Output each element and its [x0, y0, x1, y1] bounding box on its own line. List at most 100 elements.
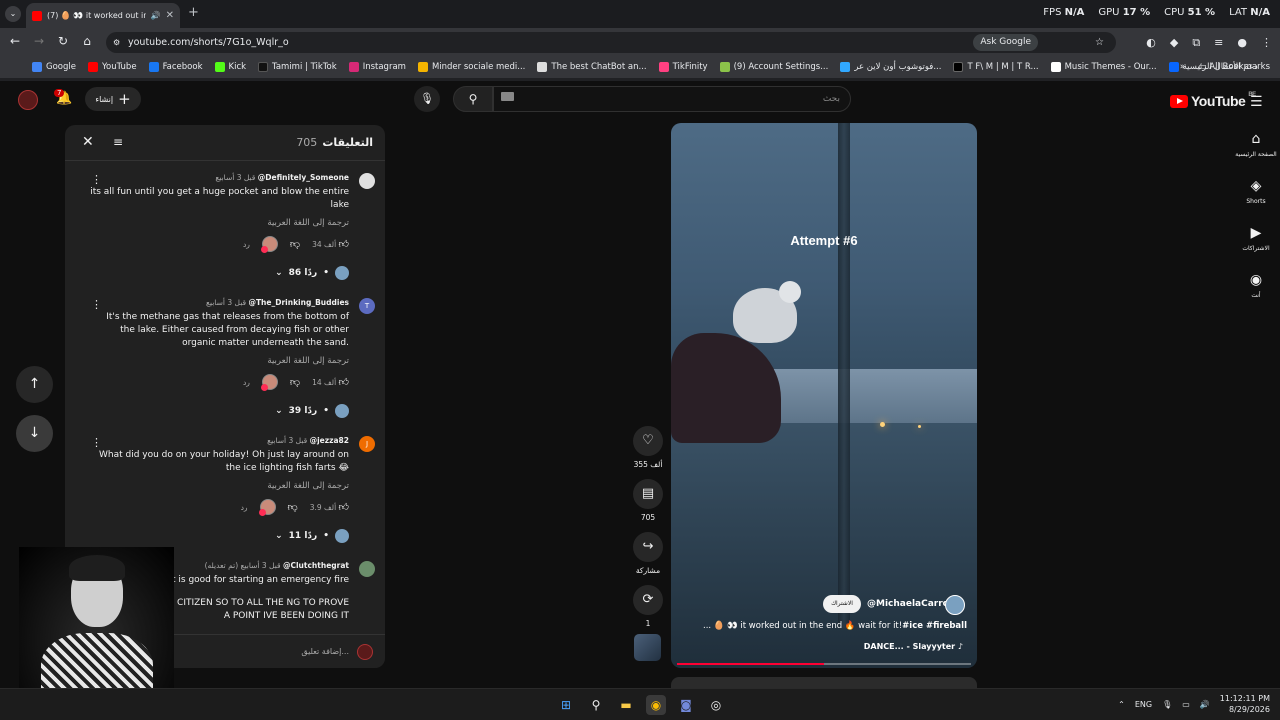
forward-icon[interactable]: → — [31, 34, 47, 48]
reply-button[interactable]: رد — [243, 378, 250, 387]
channel-avatar[interactable] — [945, 595, 965, 615]
dislike-icon[interactable]: 👎︎ — [288, 501, 298, 513]
puzzle-icon[interactable]: ⧉ — [1192, 36, 1200, 50]
nav-home[interactable]: ⌂ الصفحة الرئيسية — [1232, 131, 1280, 158]
next-short-button[interactable]: ↓ — [16, 415, 53, 452]
nav-shorts[interactable]: ◈ Shorts — [1232, 178, 1280, 205]
windows-start-icon[interactable]: ⊞ — [556, 695, 576, 715]
media-icon[interactable]: ≡ — [1214, 36, 1223, 50]
comment-author[interactable]: @The_Drinking_Buddies — [248, 298, 349, 307]
bookmark-minder[interactable]: Minder sociale medi... — [417, 62, 525, 72]
add-comment-input[interactable]: إضافة تعليق... — [301, 647, 349, 656]
bookmark-tikfinity[interactable]: TikFinity — [658, 62, 708, 72]
translate-link[interactable]: ترجمة إلى اللغة العربية — [89, 356, 349, 366]
replies-toggle[interactable]: ⌄ 86 ردًا • — [89, 266, 349, 280]
address-bar[interactable]: ⚙ youtube.com/shorts/7G1o_Wqlr_o Ask Goo… — [106, 32, 1116, 53]
reload-icon[interactable]: ↻ — [55, 34, 71, 48]
search-icon[interactable]: ⚲ — [586, 695, 606, 715]
nav-you[interactable]: ◉ أنت — [1232, 272, 1280, 299]
language-indicator[interactable]: ENG — [1135, 700, 1152, 709]
more-options-icon[interactable]: ⋮ — [91, 436, 102, 449]
menu-icon[interactable]: ⋮ — [1261, 36, 1272, 50]
previous-short-button[interactable]: ↑ — [16, 366, 53, 403]
browser-tab[interactable]: (7) 🥚 👀 it worked out in t 🔊 ✕ — [26, 3, 180, 28]
clock[interactable]: 11:12:11 PM 8/29/2026 — [1220, 693, 1270, 715]
shield-icon[interactable]: ◆ — [1170, 36, 1178, 50]
bookmark-kick[interactable]: Kick — [214, 62, 246, 72]
search-button[interactable]: ⚲ — [453, 86, 493, 112]
like-icon[interactable]: 👍︎ — [339, 502, 349, 513]
comment-author[interactable]: @jezza82 — [310, 436, 349, 445]
hamburger-menu-icon[interactable]: ☰ — [1250, 94, 1263, 110]
close-icon[interactable]: ✕ — [82, 134, 94, 150]
new-tab-button[interactable]: + — [188, 5, 199, 20]
translate-link[interactable]: ترجمة إلى اللغة العربية — [89, 481, 349, 491]
shorts-video-player[interactable]: Attempt #6 الاشتراك @MichaelaCarrot ... … — [671, 123, 977, 668]
voice-search-icon[interactable]: 🎙 — [414, 86, 440, 112]
share-button[interactable]: ↪ — [633, 532, 663, 562]
speaker-icon[interactable]: 🔊 — [151, 11, 161, 20]
comments-button[interactable]: ▤ — [633, 479, 663, 509]
tray-chevron-icon[interactable]: ⌃ — [1118, 700, 1125, 709]
nav-subscriptions[interactable]: ▶ الاشتراكات — [1232, 225, 1280, 252]
bookmark-music-themes[interactable]: Music Themes - Our... — [1050, 62, 1157, 72]
more-options-icon[interactable]: ⋮ — [91, 173, 102, 186]
home-icon[interactable]: ⌂ — [79, 34, 95, 48]
bookmark-tiktok[interactable]: Tamimi | TikTok — [258, 62, 337, 72]
discord-icon[interactable]: ◙ — [676, 695, 696, 715]
tab-search-button[interactable]: ⌄ — [5, 6, 21, 22]
bookmark-account-settings[interactable]: (9) Account Settings... — [719, 62, 828, 72]
video-progress-bar[interactable] — [677, 663, 971, 665]
next-short-preview[interactable] — [671, 677, 977, 688]
dislike-icon[interactable]: 👎︎ — [290, 238, 300, 250]
network-icon[interactable]: ▭ — [1182, 700, 1190, 709]
translate-link[interactable]: ترجمة إلى اللغة العربية — [89, 218, 349, 228]
search-input[interactable]: بحث — [493, 86, 851, 112]
reply-button[interactable]: رد — [241, 503, 248, 512]
bookmark-star-icon[interactable]: ☆ — [1095, 32, 1104, 53]
like-icon[interactable]: 👍︎ — [339, 239, 349, 250]
microphone-icon[interactable]: 🎙 — [1162, 700, 1172, 709]
bookmark-photoshop[interactable]: فوتوشوب أون لاين عر... — [840, 62, 941, 72]
bookmark-youtube[interactable]: YouTube — [87, 62, 137, 72]
comment-avatar[interactable]: T — [359, 298, 375, 314]
sound-thumbnail[interactable] — [634, 634, 661, 661]
comment-avatar[interactable] — [359, 561, 375, 577]
channel-name[interactable]: @MichaelaCarrot — [867, 599, 953, 609]
replies-toggle[interactable]: ⌄ 39 ردًا • — [89, 404, 349, 418]
replies-toggle[interactable]: ⌄ 11 ردًا • — [89, 529, 349, 543]
obs-icon[interactable]: ◎ — [706, 695, 726, 715]
dislike-icon[interactable]: 👎︎ — [290, 376, 300, 388]
close-tab-icon[interactable]: ✕ — [166, 10, 174, 21]
like-button[interactable]: ♡ — [633, 426, 663, 456]
more-options-icon[interactable]: ⋮ — [91, 298, 102, 311]
music-credit[interactable]: DANCE... - Slayyyter ♪ — [864, 642, 963, 651]
bookmark-google[interactable]: Google — [32, 62, 76, 72]
comment-author[interactable]: @Definitely_Someone — [258, 173, 349, 182]
remix-button[interactable]: ⟳ — [633, 585, 663, 615]
sort-icon[interactable]: ≡ — [113, 135, 123, 149]
account-avatar[interactable] — [18, 90, 38, 110]
bookmark-instagram[interactable]: Instagram — [348, 62, 406, 72]
youtube-logo[interactable]: YouTube BE — [1170, 92, 1256, 109]
chrome-icon[interactable]: ◉ — [646, 695, 666, 715]
bookmark-facebook[interactable]: Facebook — [148, 62, 203, 72]
site-info-icon[interactable]: ⚙ — [113, 32, 120, 53]
extension-icon[interactable]: ◐ — [1146, 36, 1156, 50]
comment-avatar[interactable] — [359, 173, 375, 189]
comment-avatar[interactable]: J — [359, 436, 375, 452]
like-icon[interactable]: 👍︎ — [339, 377, 349, 388]
caption-hashtags[interactable]: #ice #fireball — [902, 621, 967, 631]
file-explorer-icon[interactable]: ▬ — [616, 695, 636, 715]
keyboard-icon[interactable] — [501, 92, 514, 101]
profile-icon[interactable]: ● — [1237, 36, 1247, 50]
all-bookmarks[interactable]: » ▭ All Bookmarks — [1180, 62, 1270, 72]
bookmark-x[interactable]: T F\ M | M | T R... — [953, 62, 1039, 72]
reply-button[interactable]: رد — [243, 240, 250, 249]
subscribe-button[interactable]: الاشتراك — [823, 595, 861, 613]
ask-google-button[interactable]: Ask Google — [973, 34, 1038, 51]
volume-icon[interactable]: 🔊 — [1200, 700, 1210, 709]
create-button[interactable]: إنشاء + — [85, 87, 141, 111]
comment-author[interactable]: @Clutchthegrat — [283, 561, 349, 570]
back-icon[interactable]: ← — [7, 34, 23, 48]
